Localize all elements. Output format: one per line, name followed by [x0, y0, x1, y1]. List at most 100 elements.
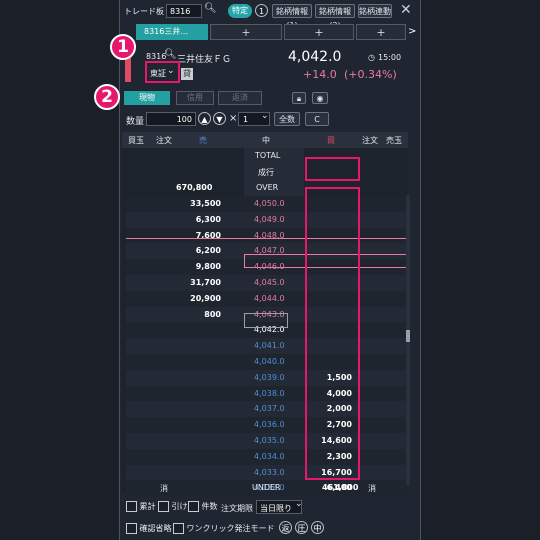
- chevron-down-icon[interactable]: ⌄: [261, 111, 269, 121]
- sell-volume[interactable]: 6,200: [196, 246, 221, 255]
- tab-next-icon[interactable]: >: [408, 26, 416, 37]
- quantity-down-icon[interactable]: ▼: [213, 112, 226, 125]
- times-symbol: ×: [229, 113, 238, 124]
- accumulate-label: 累計: [139, 502, 156, 511]
- one-click-label: ワンクリック発注モード: [186, 524, 275, 533]
- search-icon[interactable]: 🔍︎: [204, 3, 217, 14]
- tab-cash[interactable]: 現物: [124, 91, 170, 105]
- buy-column-highlight: [305, 187, 360, 480]
- sell-volume[interactable]: 31,700: [190, 278, 221, 287]
- sell-volume[interactable]: 33,500: [190, 199, 221, 208]
- tab-stock-link[interactable]: 銘柄連動: [358, 4, 392, 18]
- current-price: 4,042.0: [288, 49, 342, 65]
- table-row[interactable]: 7,600 4,048.0: [126, 227, 408, 244]
- price-level[interactable]: 4,039.0: [254, 373, 285, 382]
- over-sell-volume: 670,800: [176, 183, 213, 192]
- col-buy: 買: [327, 136, 335, 145]
- accumulate-checkbox[interactable]: [126, 501, 137, 512]
- confirm-skip-checkbox[interactable]: [126, 523, 137, 534]
- lock-icon[interactable]: 🔒︎: [292, 92, 306, 104]
- table-row[interactable]: 33,500 4,050.0: [126, 196, 408, 212]
- search-icon[interactable]: 🔍︎: [164, 49, 177, 60]
- current-price-box: [244, 313, 288, 328]
- table-row[interactable]: 4,036.0 2,700: [126, 417, 408, 434]
- callout-2: 2: [94, 84, 120, 110]
- pull-label: 引け: [171, 502, 188, 511]
- sell-volume[interactable]: 20,900: [190, 294, 221, 303]
- erase-right[interactable]: 消: [368, 483, 376, 494]
- pull-option[interactable]: 引け: [158, 501, 188, 512]
- accumulate-option[interactable]: 累計: [126, 501, 156, 512]
- special-account-badge[interactable]: 特定: [228, 4, 252, 18]
- price-level[interactable]: 4,034.0: [254, 452, 285, 461]
- return-button[interactable]: 返: [279, 521, 292, 534]
- price-level[interactable]: 4,037.0: [254, 404, 285, 413]
- price-change: +14.0: [303, 68, 337, 81]
- table-row[interactable]: 31,700 4,045.0: [126, 275, 408, 291]
- col-order-right: 注文: [362, 136, 378, 145]
- table-row[interactable]: 4,039.0 1,500: [126, 369, 408, 386]
- tab-add-1[interactable]: +: [210, 24, 282, 40]
- table-row[interactable]: 4,034.0 2,300: [126, 448, 408, 465]
- count-label: 件数: [201, 502, 218, 511]
- under-buy-volume: 461,800: [322, 483, 359, 492]
- quantity-up-icon[interactable]: ▲: [198, 112, 211, 125]
- sell-volume[interactable]: 800: [204, 310, 221, 319]
- pull-checkbox[interactable]: [158, 501, 169, 512]
- callout-1: 1: [110, 34, 136, 60]
- price-level[interactable]: 4,041.0: [254, 341, 285, 350]
- market-highlight: [145, 61, 180, 83]
- price-level[interactable]: 4,044.0: [254, 294, 285, 303]
- price-level[interactable]: 4,049.0: [254, 215, 285, 224]
- tab-add-2[interactable]: +: [284, 24, 354, 40]
- quantity-input[interactable]: 100: [146, 112, 196, 126]
- confirm-skip-option[interactable]: 確認省略: [126, 523, 172, 534]
- table-row[interactable]: 4,041.0: [126, 338, 408, 355]
- chevron-down-icon[interactable]: ⌄: [295, 499, 303, 509]
- code-input[interactable]: 8316: [166, 4, 202, 18]
- all-quantity-button[interactable]: 全数: [274, 112, 300, 126]
- erase-left[interactable]: 消: [160, 483, 168, 494]
- price-level[interactable]: 4,045.0: [254, 278, 285, 287]
- table-row[interactable]: 4,040.0: [126, 354, 408, 370]
- price-level[interactable]: 4,033.0: [254, 468, 285, 477]
- credit-badge: 貸: [181, 68, 193, 80]
- clear-button[interactable]: C: [305, 112, 329, 126]
- center-button[interactable]: 中: [311, 521, 324, 534]
- table-row[interactable]: 4,033.0 16,700: [126, 464, 408, 481]
- period-label: 注文期限: [221, 504, 253, 513]
- col-middle: 中: [262, 136, 270, 145]
- table-row[interactable]: 6,300 4,049.0: [126, 211, 408, 228]
- pressure-button[interactable]: 圧: [295, 521, 308, 534]
- one-click-option[interactable]: ワンクリック発注モード: [173, 523, 275, 534]
- table-row[interactable]: 4,037.0 2,000: [126, 401, 408, 418]
- confirm-skip-label: 確認省略: [139, 524, 172, 533]
- close-icon[interactable]: ✕: [400, 2, 412, 18]
- tab-stock-8316[interactable]: 8316三井...: [136, 24, 208, 40]
- sell-volume[interactable]: 6,300: [196, 215, 221, 224]
- market-order-highlight: [305, 157, 360, 181]
- table-row[interactable]: 20,900 4,044.0: [126, 290, 408, 307]
- tab-margin[interactable]: 信用: [176, 91, 214, 105]
- table-row[interactable]: 4,035.0 14,600: [126, 433, 408, 449]
- tab-stock-info-2[interactable]: 銘柄情報(2): [315, 4, 355, 30]
- tab-add-3[interactable]: +: [356, 24, 406, 40]
- count-checkbox[interactable]: [188, 501, 199, 512]
- account-number-badge[interactable]: 1: [255, 4, 268, 17]
- table-row[interactable]: 4,038.0 4,000: [126, 385, 408, 402]
- tab-repay[interactable]: 返済: [218, 91, 262, 105]
- total-label: TOTAL: [255, 151, 281, 160]
- scrollbar-thumb[interactable]: [406, 330, 410, 342]
- price-level[interactable]: 4,050.0: [254, 199, 285, 208]
- price-level[interactable]: 4,040.0: [254, 357, 285, 366]
- col-order-left: 注文: [156, 136, 172, 145]
- eye-icon[interactable]: ◉: [312, 92, 328, 104]
- one-click-checkbox[interactable]: [173, 523, 184, 534]
- sell-volume[interactable]: 9,800: [196, 262, 221, 271]
- tab-stock-info-1[interactable]: 銘柄情報(1): [272, 4, 312, 30]
- price-level[interactable]: 4,035.0: [254, 436, 285, 445]
- price-level[interactable]: 4,038.0: [254, 389, 285, 398]
- price-level[interactable]: 4,036.0: [254, 420, 285, 429]
- count-option[interactable]: 件数: [188, 501, 218, 512]
- clock-icon: ◷: [368, 53, 375, 62]
